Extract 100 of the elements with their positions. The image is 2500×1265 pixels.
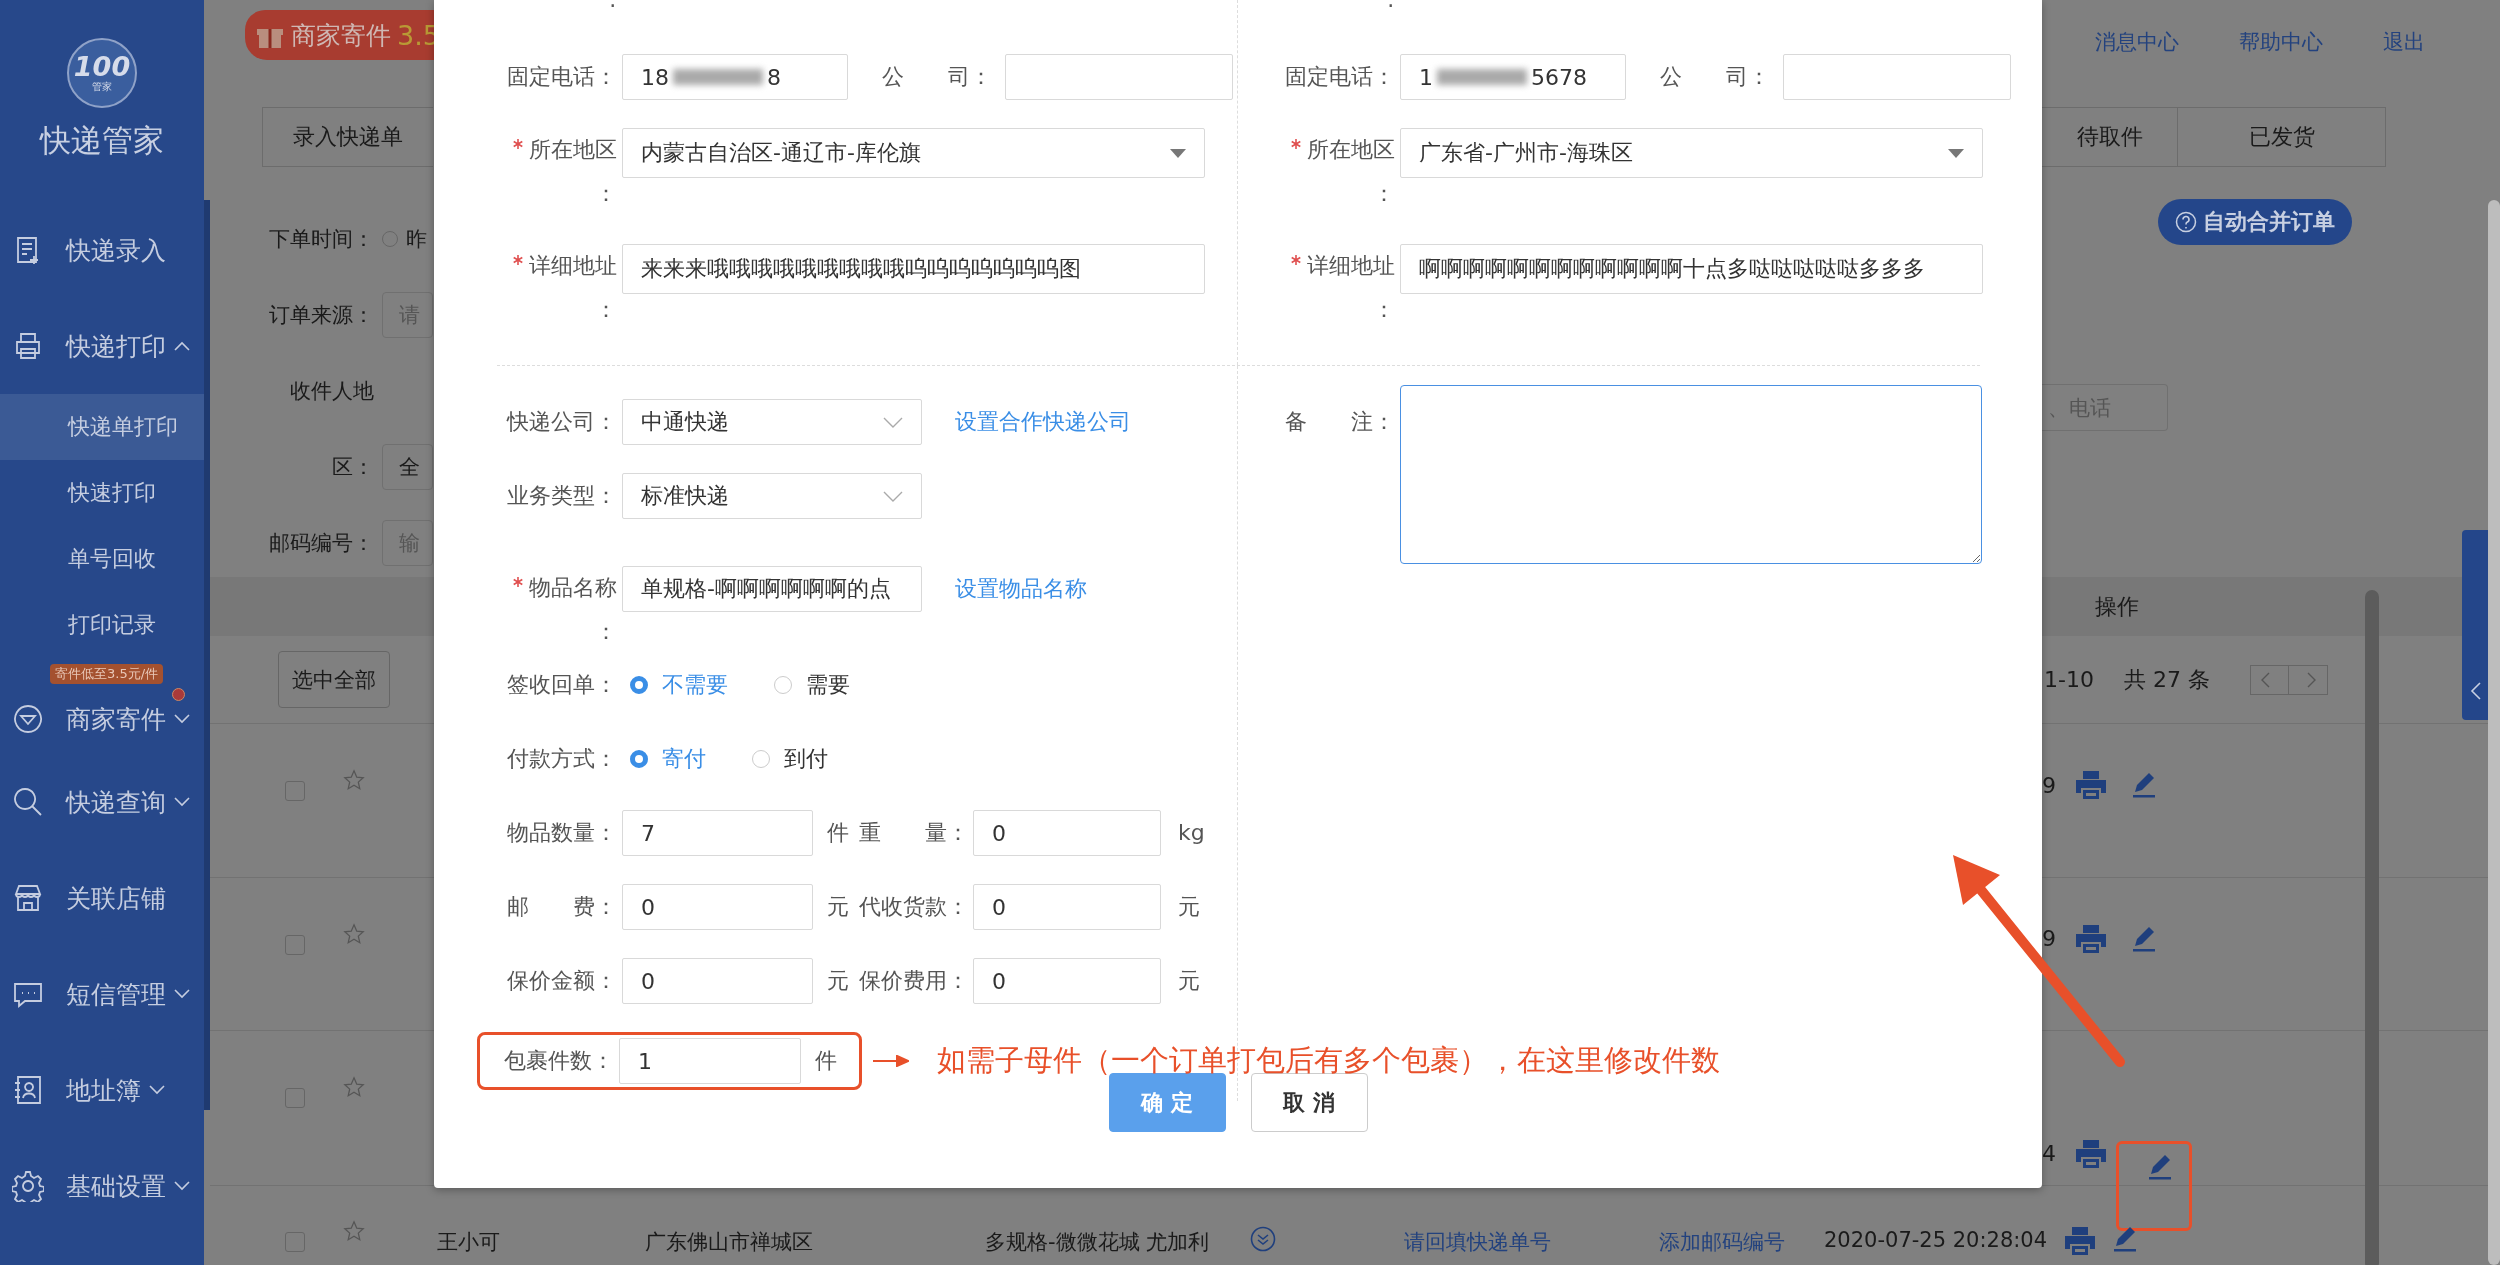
printer-icon[interactable] [2074,1138,2108,1169]
filter-label: 下单时间： [268,226,374,254]
pencil-icon[interactable] [2132,925,2156,952]
radio-button[interactable] [630,750,648,768]
number-field[interactable]: 7 [622,810,813,856]
unit-label: 元 [827,967,849,995]
pencil-icon[interactable] [2148,1153,2172,1180]
radio-label[interactable]: 昨 [406,225,427,254]
field-label: 固定电话： [1284,63,1395,91]
number-field[interactable]: 0 [622,884,813,930]
radio-button[interactable] [630,676,648,694]
total-count: 共 27 条 [2123,665,2210,694]
filter-label: 邮码编号： [268,530,374,558]
cancel-button[interactable]: 取 消 [1250,1073,1368,1132]
field-label: 公 司： [1659,63,1770,91]
field-label: 保价费用： [859,967,969,995]
merge-orders-button[interactable]: 自动合并订单 [2158,199,2352,246]
table-cell-text: 多规格-微微花城 尤加利 [985,1228,1211,1256]
pager[interactable] [2249,664,2328,695]
company-field[interactable] [1783,54,2011,100]
field-label: 重 量： [859,819,969,847]
pencil-icon[interactable] [2132,772,2156,799]
star-icon[interactable] [343,922,365,945]
submenu-item[interactable]: 快递单打印 [0,394,204,460]
star-icon[interactable] [343,1075,365,1098]
table-cell-text: 王小可 [437,1228,501,1256]
menu-item[interactable]: 商家寄件 [0,684,204,754]
table-cell-text: 9 [2042,926,2057,952]
dropdown[interactable]: 标准快递 [622,473,922,519]
field-label: 快递公司： [505,408,617,436]
phone-field[interactable]: 1 5678 [1400,54,1626,100]
tab[interactable]: 已发货 [2178,107,2386,168]
select-all-button[interactable]: 选中全部 [278,651,390,709]
address-field[interactable]: 来来来哦哦哦哦哦哦哦哦哦呜呜呜呜呜呜呜图 [622,244,1205,294]
submenu-item[interactable]: 单号回收 [0,526,204,592]
checkbox[interactable] [285,1087,305,1108]
number-field[interactable]: 0 [973,884,1161,930]
number-field[interactable]: 0 [973,958,1161,1004]
text-field[interactable]: 单规格-啊啊啊啊啊啊的点 [622,566,922,612]
settings-link[interactable]: 设置合作快递公司 [955,399,1131,445]
table-cell-text: 4 [2042,1141,2057,1167]
printer-icon[interactable] [2074,923,2108,954]
menu-item[interactable]: 地址簿 [0,1042,204,1138]
region-select[interactable]: 内蒙古自治区-通辽市-库伦旗 [622,128,1205,178]
printer-icon[interactable] [2063,1225,2098,1256]
number-field[interactable]: 0 [622,958,813,1004]
menu-item[interactable]: 快递打印 [0,298,204,394]
star-icon[interactable] [343,769,365,792]
address-field[interactable]: 啊啊啊啊啊啊啊啊啊啊啊啊十点多哒哒哒哒哒多多多 [1400,244,1983,294]
tab[interactable]: 录入快递单 [262,107,433,168]
field-label: 公 司： [881,63,992,91]
menu-item[interactable]: 快递录入 [0,202,204,298]
unit-label: 元 [827,893,849,921]
unit-label: 元 [1178,967,1200,995]
expand-icon[interactable] [1250,1225,1276,1252]
unit-label: 件 [815,1047,837,1075]
scrollbar[interactable] [2365,590,2379,1265]
chevron-icon [883,416,903,428]
field-label: 保价金额： [506,967,617,995]
label-colon: : [1386,0,1396,10]
filter-field[interactable]: 全 [382,444,433,491]
radio-label[interactable]: 不需要 [662,670,728,700]
table-cell-text: 9 [2042,772,2057,798]
number-field[interactable]: 0 [973,810,1161,856]
pencil-icon[interactable] [2113,1225,2138,1252]
radio-label[interactable]: 到付 [784,744,828,774]
menu-item[interactable]: 短信管理 [0,946,204,1042]
arrow-icon [873,1055,909,1067]
side-tab[interactable] [2462,530,2490,720]
menu-item[interactable]: 关联店铺 [0,850,204,946]
checkbox[interactable] [285,1231,305,1252]
checkbox[interactable] [285,781,305,802]
dropdown-icon [1948,148,1964,158]
field-label: 代收货款： [859,893,969,921]
settings-link[interactable]: 设置物品名称 [955,566,1087,612]
help-icon [2175,211,2197,234]
region-select[interactable]: 广东省-广州市-海珠区 [1400,128,1983,178]
star-icon[interactable] [343,1219,365,1242]
field-label: 所在地区： [509,128,617,216]
store-icon [12,882,44,914]
page-range: 1-10 [2044,667,2094,693]
radio-label[interactable]: 需要 [806,670,850,700]
number-field[interactable]: 1 [619,1038,801,1084]
company-field[interactable] [1005,54,1233,100]
checkbox[interactable] [285,934,305,955]
logo-badge: 100 管家 [67,38,137,108]
menu-item[interactable]: 快递查询 [0,754,204,850]
radio-label[interactable]: 寄付 [662,744,706,774]
field-label: 详细地址： [509,244,617,332]
submenu-item[interactable]: 打印记录 [0,592,204,658]
submenu-item[interactable]: 快速打印 [0,460,204,526]
printer-icon[interactable] [2074,770,2108,801]
phone-field[interactable]: 18 8 [622,54,848,100]
note-field[interactable] [1400,385,1982,564]
field-label: 签收回单： [506,671,617,699]
field-label: 包裹件数： [503,1047,614,1075]
dropdown[interactable]: 中通快递 [622,399,922,445]
label-colon: : [608,0,618,10]
scrollbar[interactable] [2488,200,2500,1265]
menu-item[interactable]: 基础设置 [0,1138,204,1234]
